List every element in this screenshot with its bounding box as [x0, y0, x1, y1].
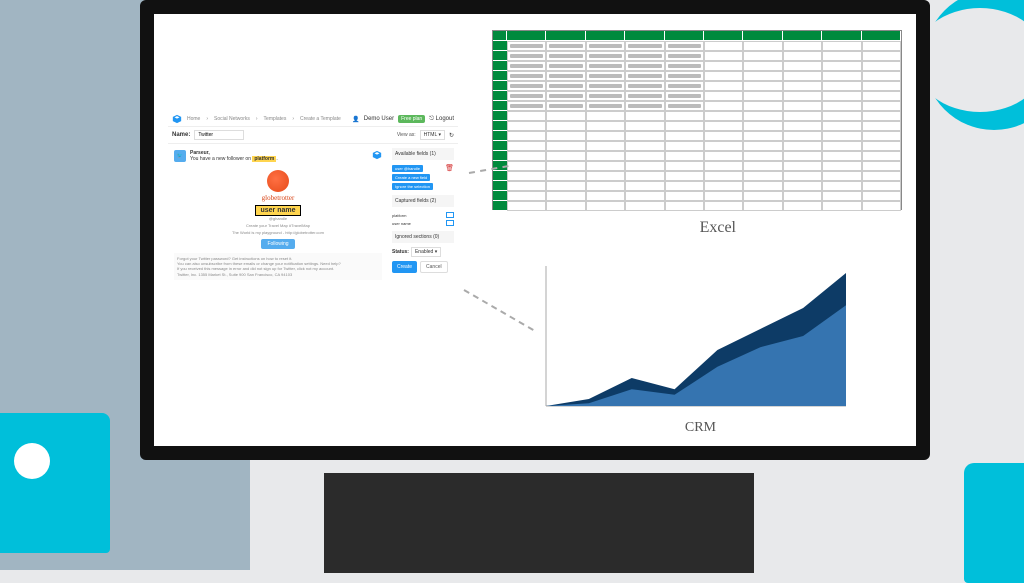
tagline2: The World is my playground - http://glob… [174, 230, 382, 235]
create-button[interactable]: Create [392, 261, 417, 273]
bg-cup-right [964, 463, 1024, 583]
view-as-label: View as: [397, 132, 416, 138]
create-field-chip[interactable]: Create a new field [392, 174, 430, 181]
nav-home[interactable]: Home [187, 116, 200, 122]
field-sidebar: Available fields (1) user @handle 🗑 Crea… [388, 144, 458, 286]
available-fields-section: Available fields (1) [392, 148, 454, 160]
bg-cup-left [0, 413, 110, 553]
plan-badge: Free plan [398, 115, 425, 123]
nav-create[interactable]: Create a Template [300, 116, 341, 122]
parseur-logo [172, 114, 182, 124]
username-highlight[interactable]: user name [255, 205, 300, 216]
app-panel: Home› Social Networks› Templates› Create… [168, 112, 458, 322]
breadcrumb: Home› Social Networks› Templates› Create… [187, 116, 341, 122]
captured-fields-section: Captured fields (2) [392, 195, 454, 207]
crm-label: CRM [685, 420, 716, 436]
cancel-button[interactable]: Cancel [420, 261, 448, 273]
captured-platform[interactable]: platform [392, 211, 454, 219]
field-chip-user[interactable]: user @handle [392, 165, 423, 172]
nav-templates[interactable]: Templates [264, 116, 287, 122]
connector-to-crm [464, 289, 534, 331]
name-row: Name: View as: HTML ▾ ↻ [168, 127, 458, 144]
parseur-corner-logo [372, 150, 382, 160]
excel-label: Excel [700, 219, 736, 237]
bg-circle-top [924, 0, 1024, 130]
globe-icon [267, 170, 289, 192]
view-as-select[interactable]: HTML ▾ [420, 130, 445, 140]
refresh-icon[interactable]: ↻ [449, 132, 454, 139]
tagline1: Create your Travel Map #TravelMap [174, 223, 382, 228]
app-header: Home› Social Networks› Templates› Create… [168, 112, 458, 127]
excel-spreadsheet [492, 30, 902, 210]
brand-script: globetrotter [174, 194, 382, 202]
logout-link[interactable]: ⎋ Logout [429, 116, 454, 123]
twitter-icon: 🐦 [174, 150, 186, 162]
sheet-grid [493, 31, 901, 211]
email-follow-text: You have a new follower on platform. [174, 156, 382, 162]
delete-field-icon[interactable]: 🗑 [445, 164, 454, 172]
ignored-section: Ignored sections (0) [392, 231, 454, 243]
ignore-selection-chip[interactable]: Ignore the selection [392, 183, 433, 190]
nav-social[interactable]: Social Networks [214, 116, 250, 122]
user-icon: 👤 [352, 116, 359, 123]
screen: Home› Social Networks› Templates› Create… [154, 14, 916, 446]
monitor-frame: Home› Social Networks› Templates› Create… [140, 0, 930, 460]
status-row: Status: Enabled ▾ [392, 247, 454, 257]
name-input[interactable] [194, 130, 244, 140]
crm-chart [536, 266, 846, 416]
email-footer: Forgot your Twitter password? Get instru… [174, 253, 382, 280]
status-select[interactable]: Enabled ▾ [411, 247, 441, 257]
name-label: Name: [172, 132, 190, 138]
email-preview: 🐦 Parseur, You have a new follower on pl… [168, 144, 388, 286]
monitor-stand [324, 473, 754, 573]
username-handle: @ghandle [174, 216, 382, 221]
following-button[interactable]: Following [261, 239, 294, 249]
user-name: Demo User [364, 116, 394, 122]
captured-username[interactable]: user name [392, 219, 454, 227]
platform-highlight[interactable]: platform [252, 156, 276, 162]
